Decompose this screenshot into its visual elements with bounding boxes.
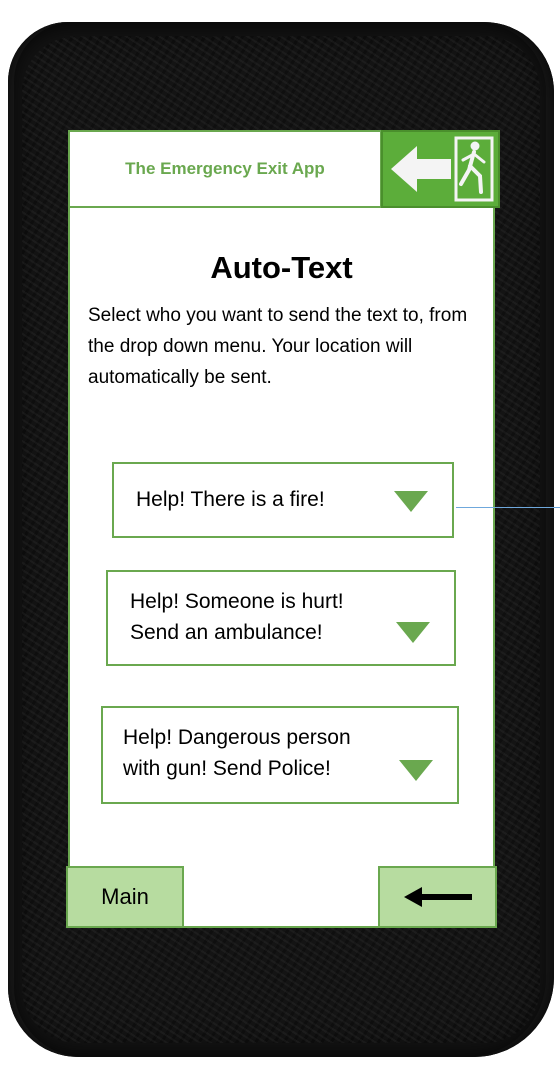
page-title: Auto-Text bbox=[210, 250, 353, 285]
instructions-text: Select who you want to send the text to,… bbox=[88, 305, 468, 388]
ambulance-message-dropdown[interactable]: Help! Someone is hurt! Send an ambulance… bbox=[106, 570, 456, 666]
message-line: Send an ambulance! bbox=[130, 621, 323, 644]
dropdown-triangle-icon bbox=[396, 622, 430, 643]
fire-message-dropdown[interactable]: Help! There is a fire! bbox=[112, 462, 454, 538]
emergency-exit-sign-icon bbox=[391, 136, 494, 202]
main-button[interactable]: Main bbox=[66, 866, 184, 928]
annotation-connector-line bbox=[456, 507, 560, 508]
back-button[interactable] bbox=[378, 866, 497, 928]
main-button-label: Main bbox=[101, 884, 149, 909]
message-text: Help! Someone is hurt! Send an ambulance… bbox=[130, 586, 344, 648]
message-line: Help! Someone is hurt! bbox=[130, 590, 344, 613]
message-text: Help! Dangerous person with gun! Send Po… bbox=[123, 722, 351, 784]
message-text: Help! There is a fire! bbox=[136, 484, 325, 515]
message-line: Help! There is a fire! bbox=[136, 488, 325, 511]
emergency-exit-button[interactable] bbox=[381, 130, 500, 208]
dropdown-triangle-icon bbox=[399, 760, 433, 781]
app-header: The Emergency Exit App bbox=[68, 130, 382, 208]
back-arrow-icon bbox=[404, 887, 472, 907]
dropdown-triangle-icon bbox=[394, 491, 428, 512]
message-line: Help! Dangerous person bbox=[123, 726, 351, 749]
app-name: The Emergency Exit App bbox=[125, 159, 325, 178]
message-line: with gun! Send Police! bbox=[123, 757, 331, 780]
police-message-dropdown[interactable]: Help! Dangerous person with gun! Send Po… bbox=[101, 706, 459, 804]
